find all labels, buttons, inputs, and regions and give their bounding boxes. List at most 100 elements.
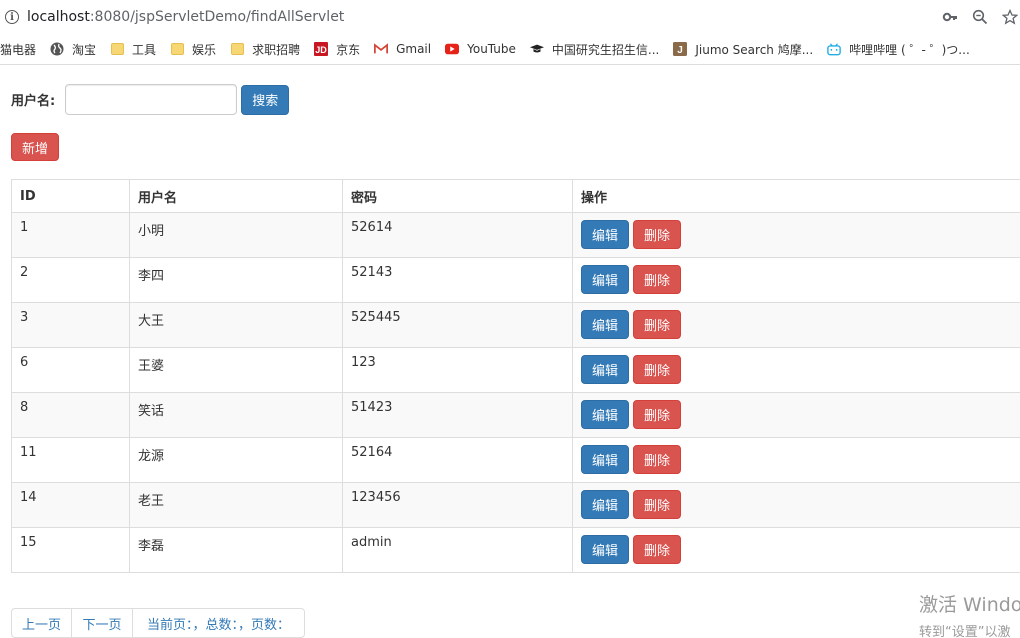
url-text[interactable]: localhost:8080/jspServletDemo/findAllSer…: [27, 9, 344, 25]
cell-password: 525445: [342, 302, 573, 348]
svg-text:J: J: [678, 45, 684, 56]
bookmark-item[interactable]: YouTube: [445, 42, 516, 56]
page-info: 当前页：，总数：，页数：: [132, 608, 305, 638]
edit-button[interactable]: 编辑: [581, 535, 629, 564]
bookmark-item[interactable]: 淘宝: [50, 41, 96, 58]
edit-button[interactable]: 编辑: [581, 355, 629, 384]
table-row: 11 龙源 52164 编辑 删除: [11, 437, 1020, 483]
bookmark-label: 猫电器: [0, 42, 37, 57]
delete-button[interactable]: 删除: [633, 535, 681, 564]
cell-actions: 编辑 删除: [572, 212, 1020, 258]
info-icon[interactable]: i: [5, 10, 19, 24]
delete-button[interactable]: 删除: [633, 355, 681, 384]
cell-password: 52143: [342, 257, 573, 303]
cell-id: 3: [11, 302, 130, 348]
bookmark-folder[interactable]: 工具: [110, 41, 156, 58]
search-form: 用户名: 搜索: [11, 84, 290, 115]
table-row: 14 老王 123456 编辑 删除: [11, 482, 1020, 528]
delete-button[interactable]: 删除: [633, 400, 681, 429]
header-password: 密码: [342, 179, 573, 213]
url-host: localhost: [27, 9, 90, 25]
delete-button[interactable]: 删除: [633, 310, 681, 339]
table-header-row: ID 用户名 密码 操作: [11, 179, 1020, 213]
bookmark-folder[interactable]: 求职招聘: [230, 41, 300, 58]
bookmark-label: Jiumo Search 鸠摩...: [695, 42, 814, 57]
delete-button[interactable]: 删除: [633, 445, 681, 474]
prev-page-link[interactable]: 上一页: [11, 608, 72, 638]
bookmark-item[interactable]: 哔哩哔哩 ( ゜- ゜)つ...: [827, 41, 970, 58]
bookmark-item[interactable]: 中国研究生招生信...: [529, 41, 660, 58]
cell-id: 8: [11, 392, 130, 438]
bookmark-label: YouTube: [467, 42, 516, 56]
cell-password: 51423: [342, 392, 573, 438]
cell-actions: 编辑 删除: [572, 257, 1020, 303]
edit-button[interactable]: 编辑: [581, 220, 629, 249]
cell-username: 笑话: [129, 392, 343, 438]
graduation-cap-icon: [529, 42, 544, 56]
cell-id: 6: [11, 347, 130, 393]
bilibili-icon: [827, 42, 841, 56]
cell-username: 李磊: [129, 527, 343, 573]
jiumo-icon: J: [673, 42, 688, 56]
bookmark-label: 娱乐: [192, 42, 217, 57]
bookmark-label: 哔哩哔哩 ( ゜- ゜)つ...: [849, 42, 970, 57]
bookmark-label: 求职招聘: [252, 42, 301, 57]
search-button[interactable]: 搜索: [241, 84, 290, 115]
bookmark-item[interactable]: Gmail: [374, 42, 431, 56]
zoom-icon[interactable]: [972, 9, 988, 25]
youtube-icon: [445, 42, 460, 56]
star-icon[interactable]: [1002, 9, 1018, 25]
cell-id: 14: [11, 482, 130, 528]
cell-username: 小明: [129, 212, 343, 258]
username-label: 用户名:: [11, 94, 56, 109]
cell-actions: 编辑 删除: [572, 347, 1020, 393]
folder-icon: [170, 42, 184, 56]
cell-username: 李四: [129, 257, 343, 303]
bookmark-item[interactable]: J Jiumo Search 鸠摩...: [673, 41, 813, 58]
bookmark-label: 京东: [336, 42, 361, 57]
edit-button[interactable]: 编辑: [581, 265, 629, 294]
bookmark-item[interactable]: 猫电器: [0, 41, 36, 58]
cell-actions: 编辑 删除: [572, 392, 1020, 438]
table-row: 15 李磊 admin 编辑 删除: [11, 527, 1020, 573]
users-table: ID 用户名 密码 操作 1 小明 52614 编辑 删除 2 李四 52143…: [11, 179, 1020, 573]
key-icon[interactable]: [942, 9, 958, 25]
cell-actions: 编辑 删除: [572, 302, 1020, 348]
cell-id: 1: [11, 212, 130, 258]
cell-username: 老王: [129, 482, 343, 528]
edit-button[interactable]: 编辑: [581, 445, 629, 474]
address-bar[interactable]: i localhost:8080/jspServletDemo/findAllS…: [0, 0, 1020, 34]
header-id: ID: [11, 179, 130, 213]
table-row: 6 王婆 123 编辑 删除: [11, 347, 1020, 393]
add-button[interactable]: 新增: [11, 133, 59, 161]
cell-password: 52164: [342, 437, 573, 483]
edit-button[interactable]: 编辑: [581, 400, 629, 429]
delete-button[interactable]: 删除: [633, 490, 681, 519]
cell-id: 11: [11, 437, 130, 483]
edit-button[interactable]: 编辑: [581, 490, 629, 519]
cell-actions: 编辑 删除: [572, 437, 1020, 483]
bookmark-label: 淘宝: [72, 42, 97, 57]
cell-username: 龙源: [129, 437, 343, 483]
bookmark-folder[interactable]: 娱乐: [170, 41, 216, 58]
gmail-icon: [374, 42, 389, 56]
table-row: 2 李四 52143 编辑 删除: [11, 257, 1020, 303]
bookmark-label: Gmail: [396, 42, 432, 56]
cell-actions: 编辑 删除: [572, 527, 1020, 573]
cell-username: 王婆: [129, 347, 343, 393]
bookmark-label: 工具: [132, 42, 157, 57]
cell-id: 2: [11, 257, 130, 303]
bookmark-item[interactable]: JD 京东: [314, 41, 360, 58]
cell-password: 123456: [342, 482, 573, 528]
url-path: :8080/jspServletDemo/findAllServlet: [89, 9, 345, 25]
next-page-link[interactable]: 下一页: [71, 608, 133, 638]
cell-username: 大王: [129, 302, 343, 348]
header-actions: 操作: [572, 179, 1020, 213]
delete-button[interactable]: 删除: [633, 220, 681, 249]
edit-button[interactable]: 编辑: [581, 310, 629, 339]
delete-button[interactable]: 删除: [633, 265, 681, 294]
cell-password: admin: [342, 527, 573, 573]
bookmark-label: 中国研究生招生信...: [551, 42, 660, 57]
watermark-line1: 激活 Windo: [919, 594, 1020, 616]
username-search-input[interactable]: [65, 84, 238, 115]
